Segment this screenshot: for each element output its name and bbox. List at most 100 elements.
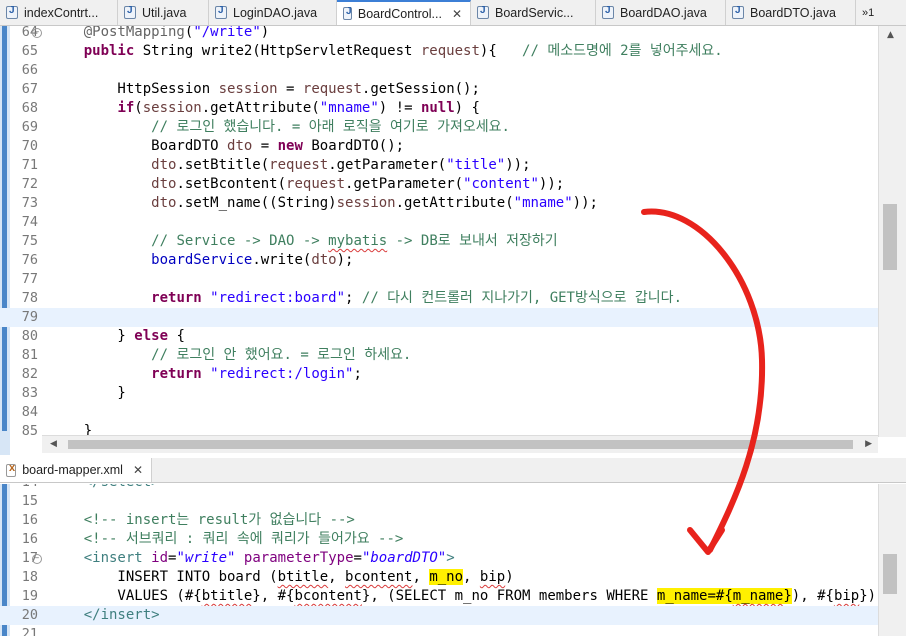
line-number: 80 xyxy=(21,328,38,344)
tab-boarddto[interactable]: BoardDTO.java xyxy=(726,0,856,25)
line-number: 20 xyxy=(21,607,38,623)
code-line[interactable]: 16 <!-- 서브쿼리 : 쿼리 속에 쿼리가 들어가요 --> xyxy=(0,530,878,549)
code-text: boardService.write(dto); xyxy=(151,252,354,268)
line-number: 82 xyxy=(21,366,38,382)
code-text: dto.setBtitle(request.getParameter("titl… xyxy=(151,157,531,173)
code-line[interactable]: 16 <!-- insert는 result가 없습니다 --> xyxy=(0,511,878,530)
code-line[interactable]: 17− <insert id="write" parameterType="bo… xyxy=(0,549,878,568)
code-text: dto.setBcontent(request.getParameter("co… xyxy=(151,176,565,192)
code-line[interactable]: 65 public String write2(HttpServletReque… xyxy=(0,42,878,61)
code-text: <insert id="write" parameterType="boardD… xyxy=(83,550,455,566)
code-line[interactable]: 14 </select> xyxy=(0,484,878,492)
line-number: 70 xyxy=(21,138,38,154)
scroll-left-icon[interactable]: ◀ xyxy=(50,439,57,449)
line-number: 19 xyxy=(21,588,38,604)
horizontal-scrollbar-thumb[interactable] xyxy=(68,440,853,449)
line-number: 67 xyxy=(21,81,38,97)
code-line[interactable]: 84 xyxy=(0,403,878,422)
java-file-icon xyxy=(732,5,744,19)
java-file-icon xyxy=(124,5,136,19)
code-text: public String write2(HttpServletRequest … xyxy=(83,43,723,59)
xml-vertical-scrollbar[interactable] xyxy=(878,484,906,636)
code-text: return "redirect:/login"; xyxy=(151,366,362,382)
code-line[interactable]: 21 xyxy=(0,625,878,636)
top-tab-bar: indexContrt... Util.java LoginDAO.java B… xyxy=(0,0,906,26)
scroll-up-icon[interactable]: ▲ xyxy=(887,30,894,40)
code-line[interactable]: 18 INSERT INTO board (btitle, bcontent, … xyxy=(0,568,878,587)
code-line[interactable]: 73 dto.setM_name((String)session.getAttr… xyxy=(0,194,878,213)
line-number: 72 xyxy=(21,176,38,192)
code-line[interactable]: 77 xyxy=(0,270,878,289)
code-text: // 로그인 했습니다. = 아래 로직을 여기로 가져오세요. xyxy=(151,119,510,135)
line-number: 16 xyxy=(21,512,38,528)
code-text: @PostMapping("/write") xyxy=(83,26,270,40)
line-number: 81 xyxy=(21,347,38,363)
code-text: <!-- insert는 result가 없습니다 --> xyxy=(50,512,355,528)
java-vertical-scrollbar[interactable]: ▲ xyxy=(878,26,906,437)
line-number: 21 xyxy=(21,626,38,636)
code-text: // 로그인 안 했어요. = 로그인 하세요. xyxy=(151,347,412,363)
line-number: 14 xyxy=(10,484,38,492)
code-line[interactable]: 72 dto.setBcontent(request.getParameter(… xyxy=(0,175,878,194)
tab-util[interactable]: Util.java xyxy=(118,0,209,25)
line-number: 73 xyxy=(21,195,38,211)
line-number: 65 xyxy=(21,43,38,59)
code-text: dto.setM_name((String)session.getAttribu… xyxy=(151,195,598,211)
close-tab-icon[interactable]: ✕ xyxy=(133,463,143,477)
line-number: 78 xyxy=(21,290,38,306)
code-text: } else { xyxy=(50,328,185,344)
line-number: 69 xyxy=(21,119,38,135)
line-number: 84 xyxy=(21,404,38,420)
java-horizontal-scrollbar[interactable]: ◀ ▶ xyxy=(42,435,878,453)
code-line[interactable]: 80 } else { xyxy=(0,327,878,346)
code-text: } xyxy=(50,385,126,401)
tab-logindao[interactable]: LoginDAO.java xyxy=(209,0,337,25)
line-number: 71 xyxy=(21,157,38,173)
tab-overflow-button[interactable]: »1 xyxy=(856,0,880,25)
line-number: 18 xyxy=(21,569,38,585)
code-line[interactable]: 67 HttpSession session = request.getSess… xyxy=(0,80,878,99)
code-text: VALUES (#{btitle}, #{bcontent}, (SELECT … xyxy=(50,588,877,604)
java-file-icon xyxy=(343,6,352,20)
code-text: return "redirect:board"; // 다시 컨트롤러 지나가기… xyxy=(151,290,682,306)
tab-boardcontroller[interactable]: BoardControl...✕ xyxy=(337,0,471,25)
code-line[interactable]: 69 // 로그인 했습니다. = 아래 로직을 여기로 가져오세요. xyxy=(0,118,878,137)
xml-editor[interactable]: 14 </select>1516 <!-- insert는 result가 없습… xyxy=(0,484,906,636)
code-line[interactable]: 19 VALUES (#{btitle}, #{bcontent}, (SELE… xyxy=(0,587,878,606)
code-text: <!-- 서브쿼리 : 쿼리 속에 쿼리가 들어가요 --> xyxy=(50,531,404,547)
code-line[interactable]: 78 return "redirect:board"; // 다시 컨트롤러 지… xyxy=(0,289,878,308)
code-text: HttpSession session = request.getSession… xyxy=(50,81,480,97)
scrollbar-thumb[interactable] xyxy=(883,554,897,594)
code-text: // Service -> DAO -> mybatis -> DB로 보내서 … xyxy=(151,233,558,249)
close-tab-icon[interactable]: ✕ xyxy=(452,7,462,21)
code-text: BoardDTO dto = new BoardDTO(); xyxy=(50,138,405,154)
fold-toggle-icon[interactable]: − xyxy=(32,554,42,564)
java-editor[interactable]: 64− @PostMapping("/write") 65 public Stri… xyxy=(0,26,906,455)
fold-toggle-icon[interactable]: − xyxy=(32,28,42,38)
code-line[interactable]: 15 xyxy=(0,492,878,511)
tab-indexcontroller[interactable]: indexContrt... xyxy=(0,0,118,25)
code-line[interactable]: 76 boardService.write(dto); xyxy=(0,251,878,270)
code-line[interactable]: 82 return "redirect:/login"; xyxy=(0,365,878,384)
code-line[interactable]: 71 dto.setBtitle(request.getParameter("t… xyxy=(0,156,878,175)
code-line[interactable]: 20 </insert> xyxy=(0,606,878,625)
java-file-icon xyxy=(477,5,489,19)
code-line[interactable]: 83 } xyxy=(0,384,878,403)
code-line[interactable]: 70 BoardDTO dto = new BoardDTO(); xyxy=(0,137,878,156)
code-line[interactable]: 64− @PostMapping("/write") xyxy=(0,26,878,42)
code-line[interactable]: 74 xyxy=(0,213,878,232)
scroll-right-icon[interactable]: ▶ xyxy=(865,439,872,449)
code-line[interactable]: 81 // 로그인 안 했어요. = 로그인 하세요. xyxy=(0,346,878,365)
code-line[interactable]: 79 xyxy=(0,308,878,327)
tab-boardservice[interactable]: BoardServic... xyxy=(471,0,596,25)
code-line[interactable]: 68 if(session.getAttribute("mname") != n… xyxy=(0,99,878,118)
code-text: </select> xyxy=(50,484,160,492)
code-line[interactable]: 66 xyxy=(0,61,878,80)
code-line[interactable]: 75 // Service -> DAO -> mybatis -> DB로 보… xyxy=(0,232,878,251)
tab-boarddao[interactable]: BoardDAO.java xyxy=(596,0,726,25)
scrollbar-thumb[interactable] xyxy=(883,204,897,270)
tab-board-mapper-xml[interactable]: board-mapper.xml✕ xyxy=(0,458,152,482)
line-number: 77 xyxy=(21,271,38,287)
line-number: 74 xyxy=(21,214,38,230)
line-number: 15 xyxy=(21,493,38,509)
